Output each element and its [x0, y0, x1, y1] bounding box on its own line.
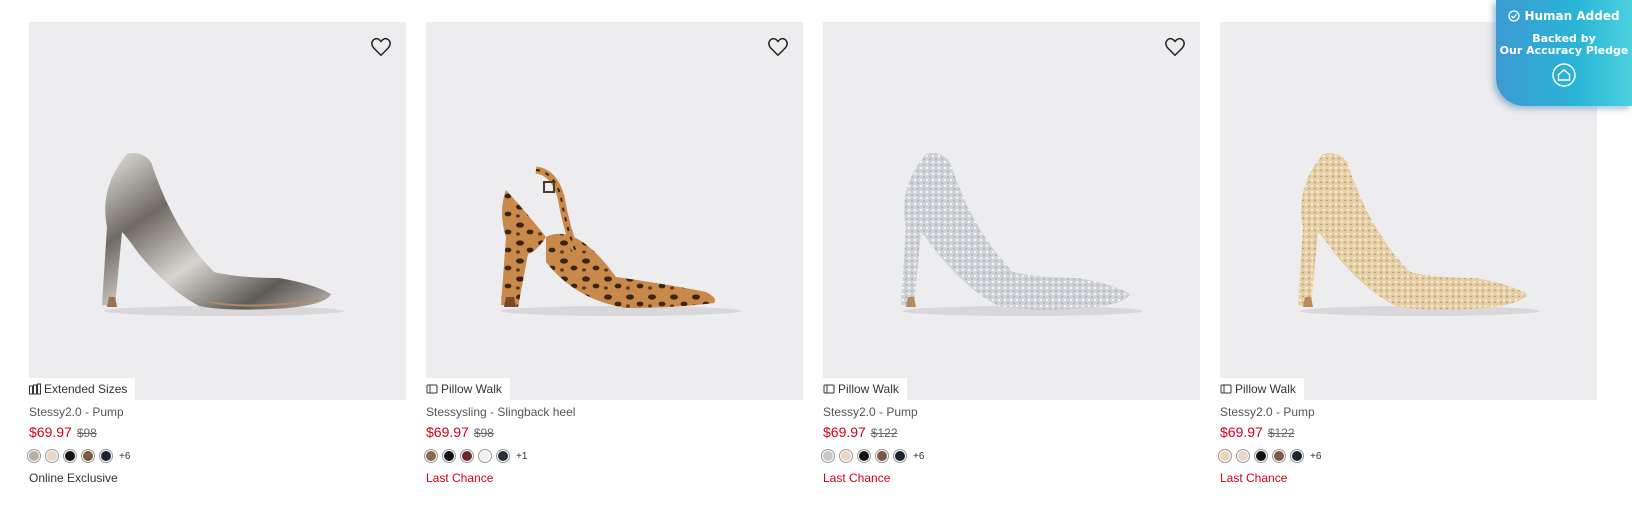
- original-price: $98: [473, 426, 494, 440]
- feature-badge: Pillow Walk: [1220, 378, 1304, 400]
- heart-icon[interactable]: [1164, 36, 1186, 58]
- color-swatch[interactable]: [462, 451, 472, 461]
- color-swatch[interactable]: [859, 451, 869, 461]
- accuracy-pledge-badge[interactable]: Human Added Backed by Our Accuracy Pledg…: [1496, 0, 1632, 106]
- badge-label: Extended Sizes: [44, 382, 128, 396]
- product-name[interactable]: Stessy2.0 - Pump: [29, 405, 406, 421]
- color-swatch[interactable]: [877, 451, 887, 461]
- shoe-image: [501, 166, 741, 316]
- pledge-subtitle: Backed by Our Accuracy Pledge: [1496, 33, 1632, 57]
- product-tag: Last Chance: [426, 471, 494, 485]
- shoe-image: [901, 153, 1143, 316]
- more-colors-count[interactable]: +6: [913, 451, 924, 462]
- color-swatch[interactable]: [498, 451, 508, 461]
- product-name[interactable]: Stessysling - Slingback heel: [426, 405, 803, 421]
- product-tag: Last Chance: [823, 471, 891, 485]
- color-swatch[interactable]: [1292, 451, 1302, 461]
- color-swatches: +6: [1220, 449, 1597, 463]
- sale-price: $69.97: [823, 424, 866, 440]
- product-image[interactable]: Extended Sizes: [29, 22, 406, 400]
- shoe-image: [102, 153, 344, 316]
- sale-price: $69.97: [1220, 424, 1263, 440]
- product-card[interactable]: Pillow Walk Stessy2.0 - Pump $69.97 $122…: [823, 22, 1200, 487]
- sale-price: $69.97: [426, 424, 469, 440]
- feature-badge: Pillow Walk: [823, 378, 907, 400]
- product-card[interactable]: Extended Sizes Stessy2.0 - Pump $69.97 $…: [29, 22, 406, 487]
- color-swatch[interactable]: [895, 451, 905, 461]
- price-row: $69.97 $98: [426, 424, 803, 442]
- color-swatch[interactable]: [444, 451, 454, 461]
- more-colors-count[interactable]: +6: [119, 451, 130, 462]
- color-swatch[interactable]: [841, 451, 851, 461]
- check-circle-icon: [1508, 10, 1521, 22]
- color-swatch[interactable]: [426, 451, 436, 461]
- color-swatch[interactable]: [823, 451, 833, 461]
- product-name[interactable]: Stessy2.0 - Pump: [1220, 405, 1597, 421]
- product-image[interactable]: Pillow Walk: [823, 22, 1200, 400]
- price-row: $69.97 $122: [1220, 424, 1597, 442]
- home-icon[interactable]: [1552, 63, 1576, 87]
- pillow-walk-icon: [823, 384, 835, 394]
- product-name[interactable]: Stessy2.0 - Pump: [823, 405, 1200, 421]
- product-card[interactable]: Pillow Walk Stessysling - Slingback heel…: [426, 22, 803, 487]
- feature-badge: Pillow Walk: [426, 378, 510, 400]
- product-image[interactable]: Pillow Walk: [426, 22, 803, 400]
- original-price: $98: [76, 426, 97, 440]
- original-price: $122: [1267, 426, 1295, 440]
- pledge-title: Human Added: [1524, 9, 1620, 23]
- color-swatch[interactable]: [1274, 451, 1284, 461]
- pledge-line-2: Our Accuracy Pledge: [1499, 44, 1629, 57]
- color-swatch[interactable]: [480, 451, 490, 461]
- color-swatch[interactable]: [47, 451, 57, 461]
- color-swatch[interactable]: [29, 451, 39, 461]
- color-swatch[interactable]: [83, 451, 93, 461]
- heart-icon[interactable]: [767, 36, 789, 58]
- badge-label: Pillow Walk: [441, 382, 502, 396]
- more-colors-count[interactable]: +6: [1310, 451, 1321, 462]
- color-swatch[interactable]: [1256, 451, 1266, 461]
- pillow-walk-icon: [426, 384, 438, 394]
- color-swatches: +6: [823, 449, 1200, 463]
- color-swatch[interactable]: [65, 451, 75, 461]
- color-swatches: +6: [29, 449, 406, 463]
- product-grid: Extended Sizes Stessy2.0 - Pump $69.97 $…: [29, 22, 1597, 487]
- price-row: $69.97 $98: [29, 424, 406, 442]
- product-tag: Last Chance: [1220, 471, 1288, 485]
- heart-icon[interactable]: [370, 36, 392, 58]
- sale-price: $69.97: [29, 424, 72, 440]
- feature-badge: Extended Sizes: [29, 378, 136, 400]
- more-colors-count[interactable]: +1: [516, 451, 527, 462]
- product-tag: Online Exclusive: [29, 471, 118, 485]
- price-row: $69.97 $122: [823, 424, 1200, 442]
- color-swatch[interactable]: [101, 451, 111, 461]
- badge-label: Pillow Walk: [838, 382, 899, 396]
- pillow-walk-icon: [1220, 384, 1232, 394]
- original-price: $122: [870, 426, 898, 440]
- color-swatches: +1: [426, 449, 803, 463]
- extended-sizes-icon: [29, 383, 41, 395]
- color-swatch[interactable]: [1220, 451, 1230, 461]
- badge-label: Pillow Walk: [1235, 382, 1296, 396]
- color-swatch[interactable]: [1238, 451, 1248, 461]
- pledge-header: Human Added: [1496, 9, 1632, 23]
